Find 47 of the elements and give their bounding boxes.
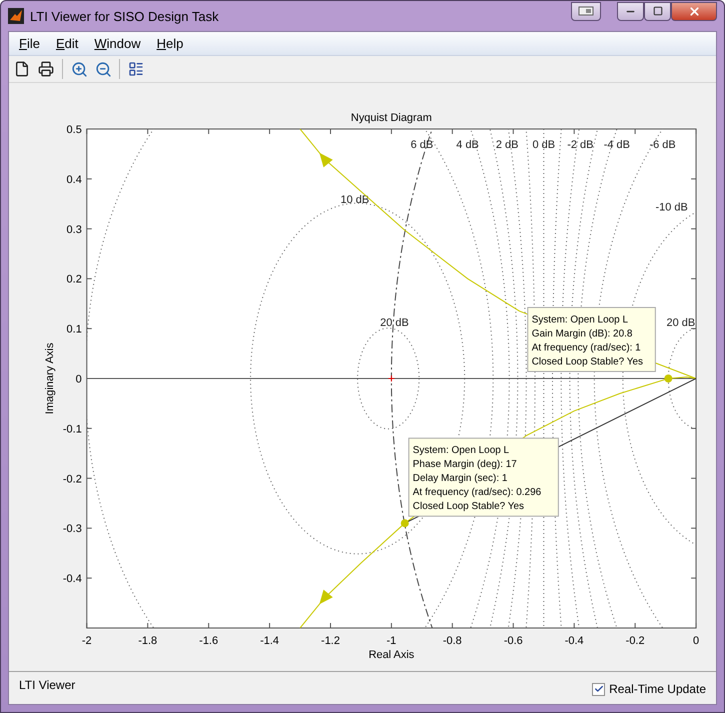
checkbox-label: Real-Time Update [609, 682, 706, 696]
tick-label: 0.3 [66, 224, 82, 236]
axis-label: Imaginary Axis [44, 342, 56, 414]
grid-label: -2 dB [567, 138, 594, 151]
grid-label: 20 dB [666, 317, 696, 330]
grid-label: 6 dB [410, 138, 434, 151]
grid-label: -6 dB [649, 138, 676, 151]
tick-label: -0.2 [62, 473, 82, 486]
datatip-text: Closed Loop Stable? Yes [412, 501, 524, 512]
tick-label: 0 [76, 373, 82, 386]
window-title: LTI Viewer for SISO Design Task [30, 8, 220, 24]
datatip-text: At frequency (rad/sec): 1 [532, 342, 641, 354]
grid-label: 0 dB [532, 138, 555, 151]
tick-label: 0 [693, 634, 700, 647]
tick-label: -1.6 [199, 634, 218, 647]
chart-title: Nyquist Diagram [350, 112, 432, 124]
tick-label: -0.2 [626, 634, 645, 647]
axis-label: Real Axis [368, 648, 414, 661]
datatip-text: System: Open Loop L [532, 314, 628, 326]
tick-label: -0.4 [62, 573, 82, 586]
datatip-text: Delay Margin (sec): 1 [412, 473, 508, 484]
datatip-text: At frequency (rad/sec): 0.296 [412, 487, 542, 498]
tick-label: -1.8 [138, 634, 158, 647]
status-text: LTI Viewer [19, 678, 76, 692]
grid-label: 20 dB [380, 317, 409, 330]
tick-label: 0.5 [66, 124, 82, 136]
grid-label: -10 dB [656, 201, 688, 214]
tick-label: 0.1 [66, 324, 82, 336]
tick-label: -0.3 [62, 523, 82, 536]
datatip-text: System: Open Loop L [412, 445, 510, 456]
tick-label: -0.6 [504, 634, 523, 647]
tick-label: -0.4 [564, 634, 584, 647]
tick-label: -0.1 [62, 423, 82, 436]
datatip-text: Closed Loop Stable? Yes [532, 356, 643, 368]
tick-label: 0.2 [66, 274, 82, 286]
tick-label: -1.4 [260, 634, 279, 647]
grid-label: 10 dB [340, 194, 370, 206]
grid-label: 4 dB [456, 138, 479, 151]
tick-label: 0.4 [66, 174, 82, 186]
tick-label: -1.2 [321, 634, 340, 647]
datatip-text: Gain Margin (dB): 20.8 [532, 328, 632, 340]
tick-label: -2 [82, 634, 92, 647]
datatip-text: Phase Margin (deg): 17 [412, 459, 517, 470]
tick-label: -0.8 [442, 634, 462, 647]
grid-label: 2 dB [496, 138, 518, 151]
tick-label: -1 [386, 634, 396, 647]
grid-label: -4 dB [604, 138, 630, 151]
